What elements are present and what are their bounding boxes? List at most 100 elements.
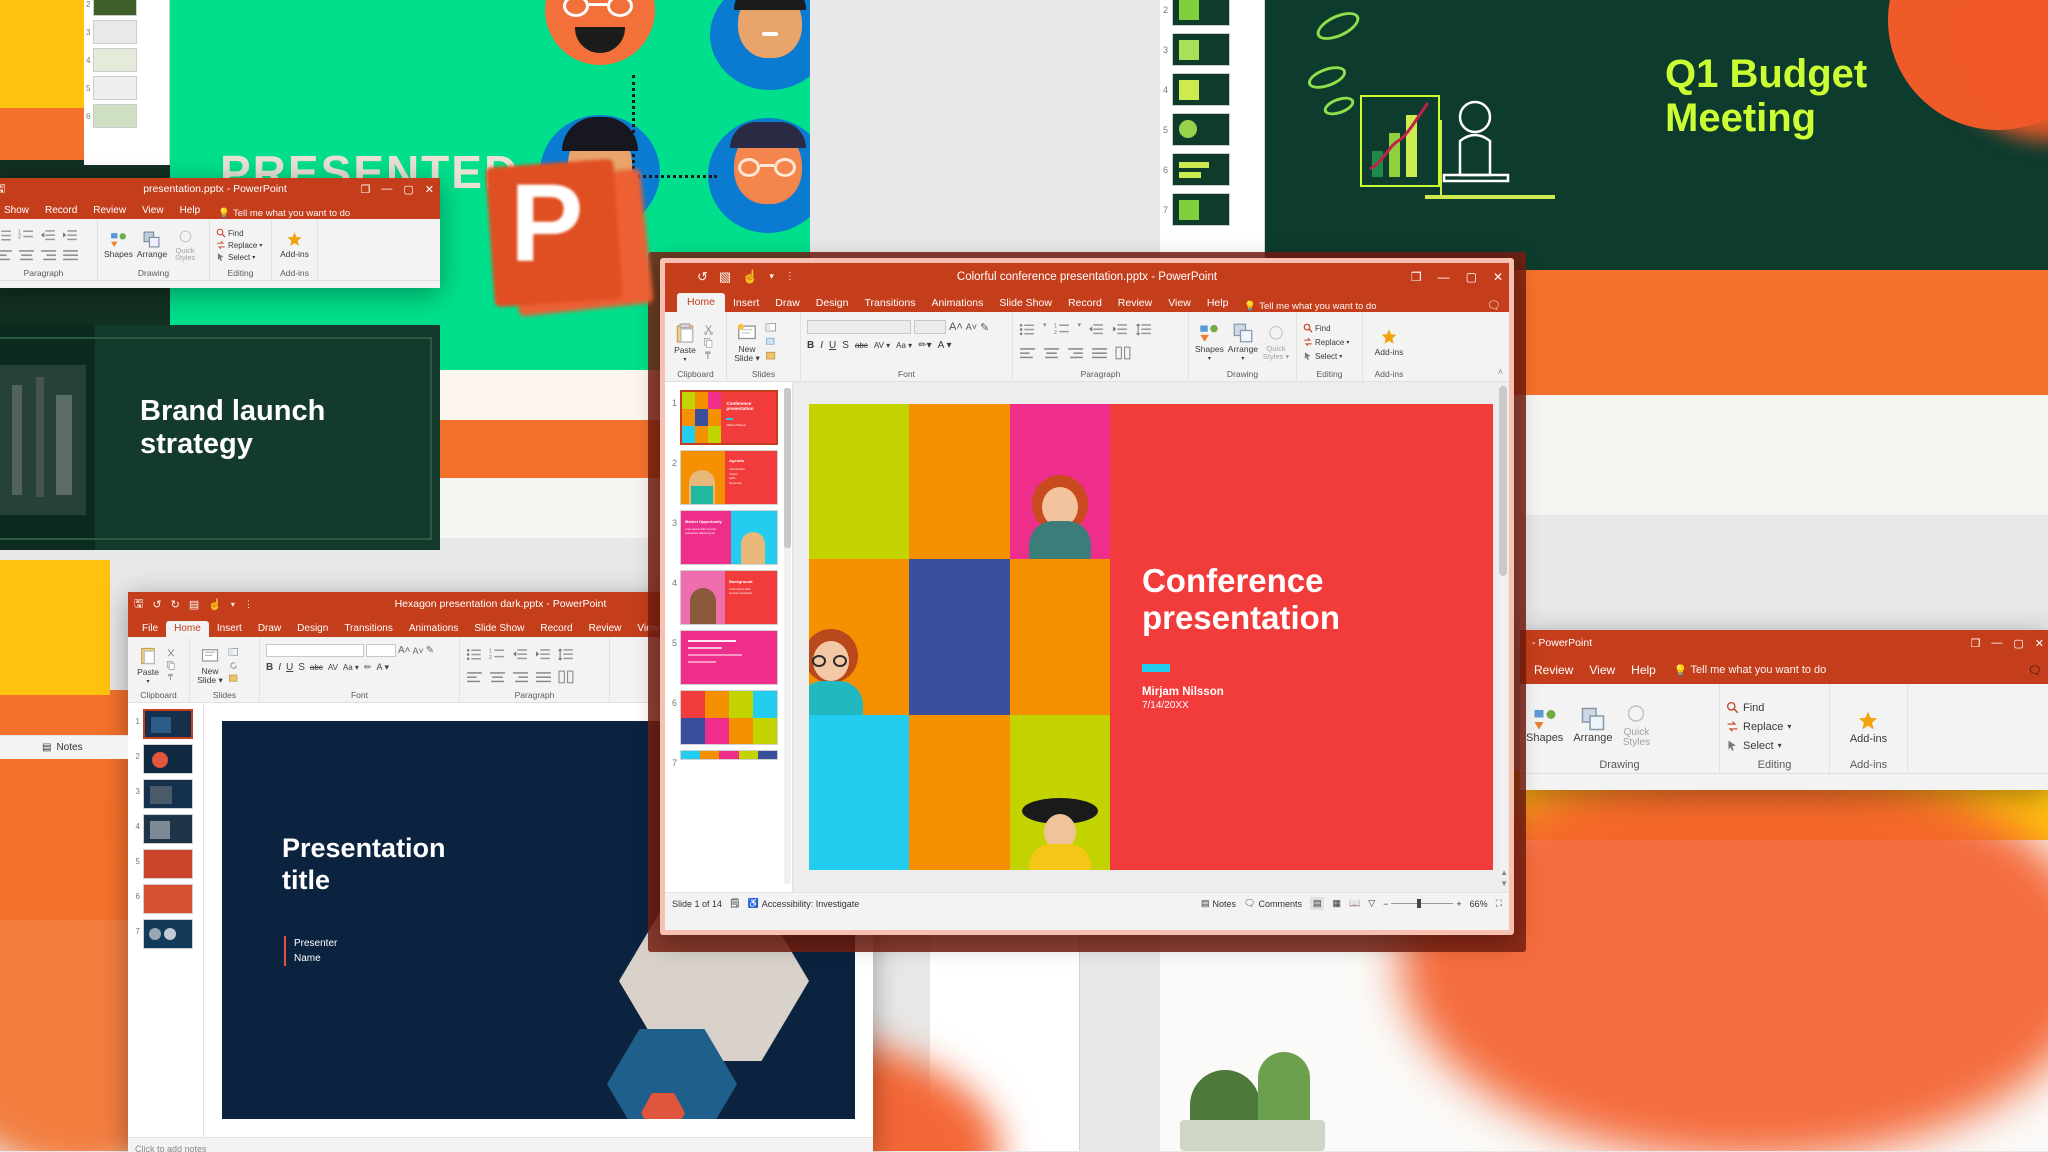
zoom-track[interactable] (1391, 903, 1453, 904)
quick-access-toolbar[interactable]: 🖫 ↺ ↻ ▤ ☝ ▾ ⋮ (134, 595, 253, 614)
view-slide-show-button[interactable]: ▽ (1368, 898, 1375, 909)
tab-review[interactable]: Review (1526, 661, 1581, 680)
next-slide-icon[interactable]: ▼ (1500, 879, 1508, 888)
ribbon-tabs[interactable]: Home Insert Draw Design Transitions Anim… (665, 290, 1509, 312)
ribbon-group-editing[interactable]: Find Replace▾ Select▾ Editing (210, 219, 272, 280)
quick-access-toolbar[interactable]: ↺ ▧ ☝ ▾ ⋮ (671, 269, 795, 285)
chevron-down-icon[interactable]: ▾ (146, 678, 149, 685)
paragraph-controls[interactable]: 12 (0, 222, 91, 268)
chevron-down-icon[interactable]: ▾ (259, 242, 262, 249)
underline-button[interactable]: U (829, 340, 836, 351)
editing-controls[interactable]: Find Replace▾ Select▾ (1303, 315, 1356, 369)
ribbon-group-addins[interactable]: Add-ins Add-ins (272, 219, 318, 280)
tab-draw[interactable]: Draw (767, 295, 808, 312)
select-button[interactable]: Select▾ (1726, 739, 1791, 752)
numbering-icon[interactable]: 12 (1054, 321, 1071, 338)
notes-label[interactable]: Notes (56, 742, 82, 753)
bold-button[interactable]: B (807, 340, 814, 351)
increase-indent-icon[interactable] (535, 646, 552, 663)
thumbnail-scrollbar[interactable] (784, 388, 791, 884)
tell-me-box[interactable]: 💡 Tell me what you want to do (1674, 664, 1826, 677)
list-item[interactable]: 6 (131, 884, 200, 914)
numbering-icon[interactable]: 12 (18, 227, 35, 244)
list-item[interactable]: 1 (131, 709, 200, 739)
tab-design[interactable]: Design (289, 621, 336, 637)
quick-styles-button[interactable]: QuickStyles (1622, 703, 1650, 749)
tab-help[interactable]: Help (1199, 295, 1237, 312)
slide-thumbnail-pane[interactable]: 1 Conferencepresentation Mirjam Nilsson (665, 382, 793, 892)
font-family-row[interactable]: A˄ A˅ ✎ (266, 644, 434, 657)
chevron-down-icon[interactable]: ▾ (1078, 321, 1082, 338)
tab-view[interactable]: View (134, 203, 172, 219)
strikethrough-button[interactable]: abc (855, 341, 868, 350)
addins-controls[interactable]: Add-ins (1369, 315, 1409, 369)
slide-counter[interactable]: Slide 1 of 14 (672, 899, 722, 909)
spell-check-icon[interactable]: 🗒 (729, 898, 740, 909)
comments-icon[interactable]: 🗨 (1487, 299, 1509, 312)
ribbon-group-slides[interactable]: NewSlide ▾ Slides (727, 312, 801, 381)
list-item[interactable]: 4 BackgroundLorem ipsum dolorsit amet co… (668, 570, 789, 625)
view-slide-sorter-button[interactable]: ▦ (1332, 898, 1341, 909)
clipboard-controls[interactable]: Paste ▾ (134, 640, 183, 690)
tell-me-box[interactable]: 💡 Tell me what you want to do (218, 208, 350, 219)
stage-nav-buttons[interactable]: ▲ ▼ (1500, 868, 1508, 888)
tab-insert[interactable]: Insert (209, 621, 250, 637)
thumbnail[interactable]: AgendaIntroductionTopicsQ&ASummary (680, 450, 778, 505)
zoom-out-button[interactable]: − (1383, 899, 1388, 909)
tab-file[interactable]: File (134, 621, 166, 637)
strikethrough-button[interactable]: abc (310, 663, 323, 672)
tab-draw[interactable]: Draw (250, 621, 289, 637)
change-case-button[interactable]: Aa ▾ (343, 663, 359, 672)
text-highlight-button[interactable]: ✏ (364, 662, 372, 673)
bullets-icon[interactable] (0, 227, 13, 244)
cut-icon[interactable] (703, 324, 714, 335)
list-item[interactable]: 2 AgendaIntroductionTopicsQ&ASummary (668, 450, 789, 505)
zoom-in-button[interactable]: + (1456, 899, 1461, 909)
list-item[interactable]: 7 (131, 919, 200, 949)
select-button[interactable]: Select▾ (1303, 351, 1349, 361)
conference-slide[interactable]: Conferencepresentation Mirjam Nilsson 7/… (809, 404, 1493, 870)
presentation-date[interactable]: 7/14/20XX (1142, 700, 1493, 711)
decrease-font-size-button[interactable]: A˅ (966, 322, 977, 332)
thumbnail[interactable] (143, 814, 193, 844)
tab-slide-show[interactable]: Slide Show (466, 621, 532, 637)
status-bar[interactable]: Click to add notes (128, 1137, 873, 1152)
tab-slide-show[interactable]: Slide Show (991, 295, 1060, 312)
arrange-button[interactable]: Arrange (137, 231, 167, 259)
italic-button[interactable]: I (278, 662, 281, 673)
copy-icon[interactable] (166, 660, 176, 670)
close-icon[interactable]: ✕ (425, 183, 434, 196)
font-family-input[interactable] (807, 320, 911, 334)
tab-review[interactable]: Review (1110, 295, 1160, 312)
tab-transitions[interactable]: Transitions (336, 621, 401, 637)
new-slide-button[interactable]: NewSlide ▾ (733, 322, 761, 362)
ribbon[interactable]: Shapes Arrange QuickStyles Drawing Find … (1520, 684, 2048, 774)
align-center-icon[interactable] (1043, 345, 1060, 362)
ribbon-group-clipboard[interactable]: Paste ▾ Clipboard (665, 312, 727, 381)
titlebar[interactable]: 🖫 presentation.pptx - PowerPoint ❐ — ▢ ✕ (0, 178, 440, 200)
find-button[interactable]: Find (1726, 701, 1791, 714)
tell-me-box[interactable]: 💡 Tell me what you want to do (1244, 301, 1376, 312)
present-icon[interactable]: ▤ (189, 598, 199, 611)
ribbon-group-addins[interactable]: Add-ins Add-ins (1363, 312, 1415, 381)
thumbnail[interactable]: Conferencepresentation Mirjam Nilsson (680, 390, 778, 445)
thumbnail[interactable]: BackgroundLorem ipsum dolorsit amet cons… (680, 570, 778, 625)
replace-button[interactable]: Replace▾ (1726, 720, 1791, 733)
addins-controls[interactable]: Add-ins (1836, 696, 1901, 759)
ribbon-group-font[interactable]: A˄ A˅ ✎ B I U S abc AV ▾ Aa ▾ ✏▾ A ▾ Fon… (801, 312, 1013, 381)
chevron-down-icon[interactable]: ▾ (1043, 321, 1047, 338)
accessibility-status[interactable]: ♿ Accessibility: Investigate (747, 898, 859, 909)
layout-icon[interactable] (228, 647, 239, 658)
tab-view[interactable]: View (1160, 295, 1199, 312)
quick-styles-button[interactable]: QuickStyles ▾ (1262, 324, 1290, 360)
font-style-row[interactable]: B I U S abc AV Aa ▾ ✏ A ▾ (266, 662, 389, 673)
ribbon-group-paragraph[interactable]: 12 Paragraph (0, 219, 98, 280)
titlebar[interactable]: - PowerPoint ❐ — ▢ ✕ (1520, 630, 2048, 656)
replace-button[interactable]: Replace▾ (1303, 337, 1349, 347)
thumbnail[interactable] (680, 630, 778, 685)
ribbon-tabs[interactable]: Show Record Review View Help 💡 Tell me w… (0, 200, 440, 219)
close-icon[interactable]: ✕ (1493, 270, 1503, 284)
list-item[interactable]: 5 (131, 849, 200, 879)
work-area[interactable]: 1 Conferencepresentation Mirjam Nilsson (665, 382, 1509, 892)
character-spacing-button[interactable]: AV (328, 663, 338, 672)
